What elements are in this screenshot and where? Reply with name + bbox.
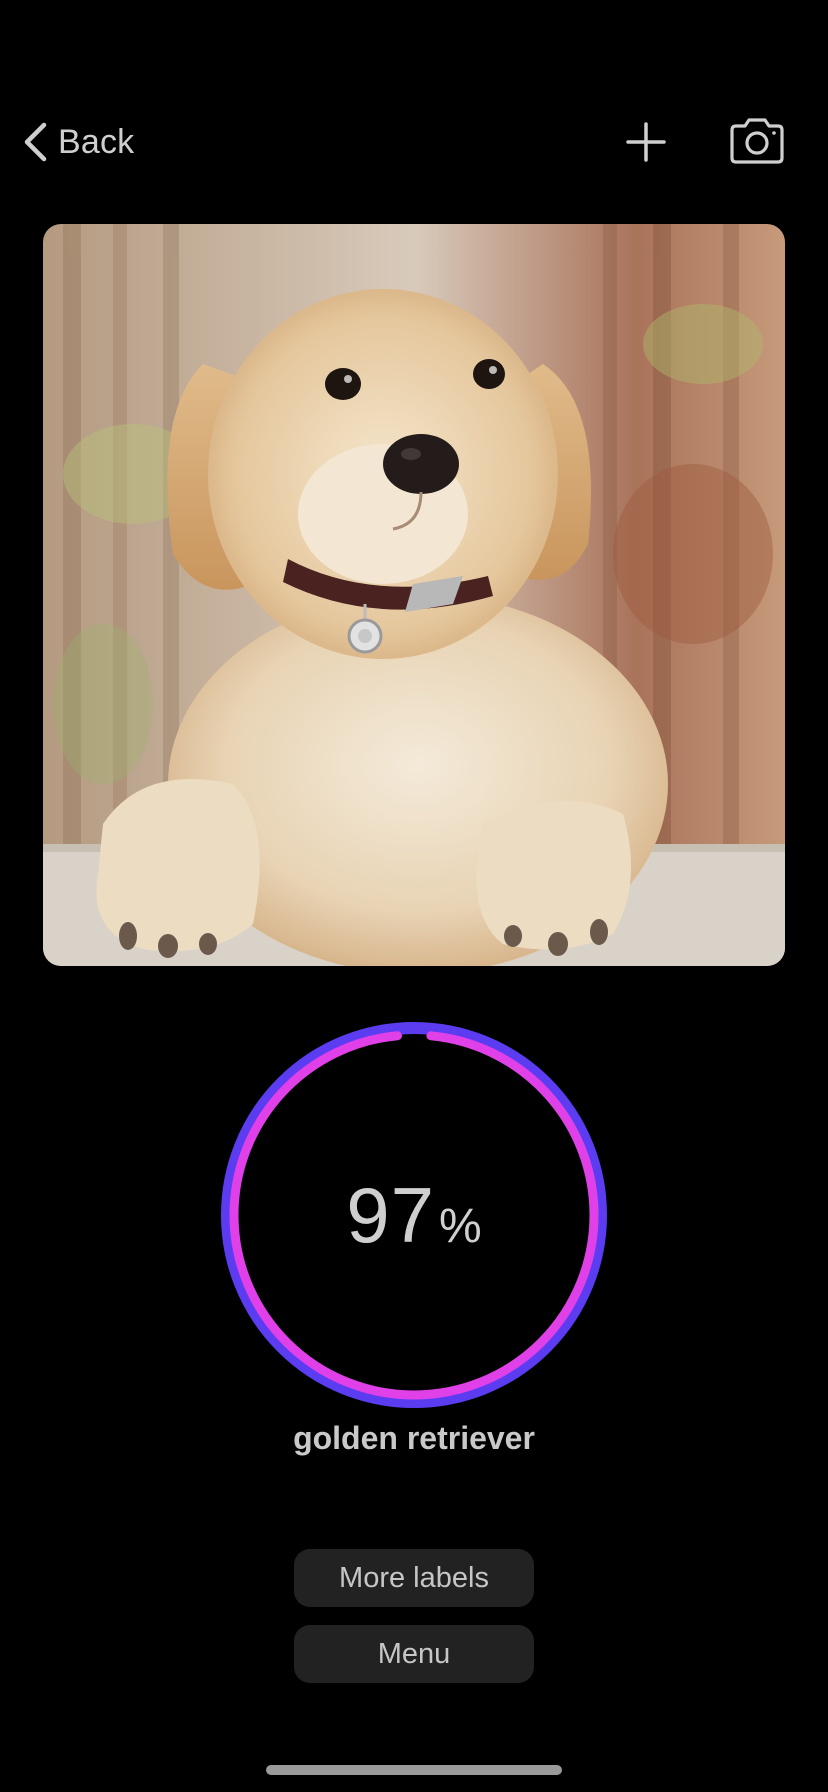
home-indicator[interactable] — [266, 1765, 562, 1775]
navigation-bar: Back — [0, 104, 828, 180]
more-labels-button[interactable]: More labels — [294, 1549, 534, 1607]
camera-icon — [730, 118, 784, 164]
back-button[interactable]: Back — [22, 118, 134, 166]
plus-icon — [626, 122, 666, 162]
chevron-left-icon — [24, 122, 47, 162]
predicted-label: golden retriever — [293, 1420, 535, 1456]
back-label: Back — [58, 122, 135, 161]
add-button[interactable] — [622, 118, 670, 166]
camera-button[interactable] — [728, 116, 786, 166]
analyzed-photo — [43, 224, 785, 966]
confidence-unit: % — [439, 1199, 482, 1253]
confidence-readout: 97 % — [219, 1020, 609, 1410]
confidence-ring: 97 % — [219, 1020, 609, 1410]
confidence-value: 97 — [346, 1170, 436, 1259]
menu-button[interactable]: Menu — [294, 1625, 534, 1683]
